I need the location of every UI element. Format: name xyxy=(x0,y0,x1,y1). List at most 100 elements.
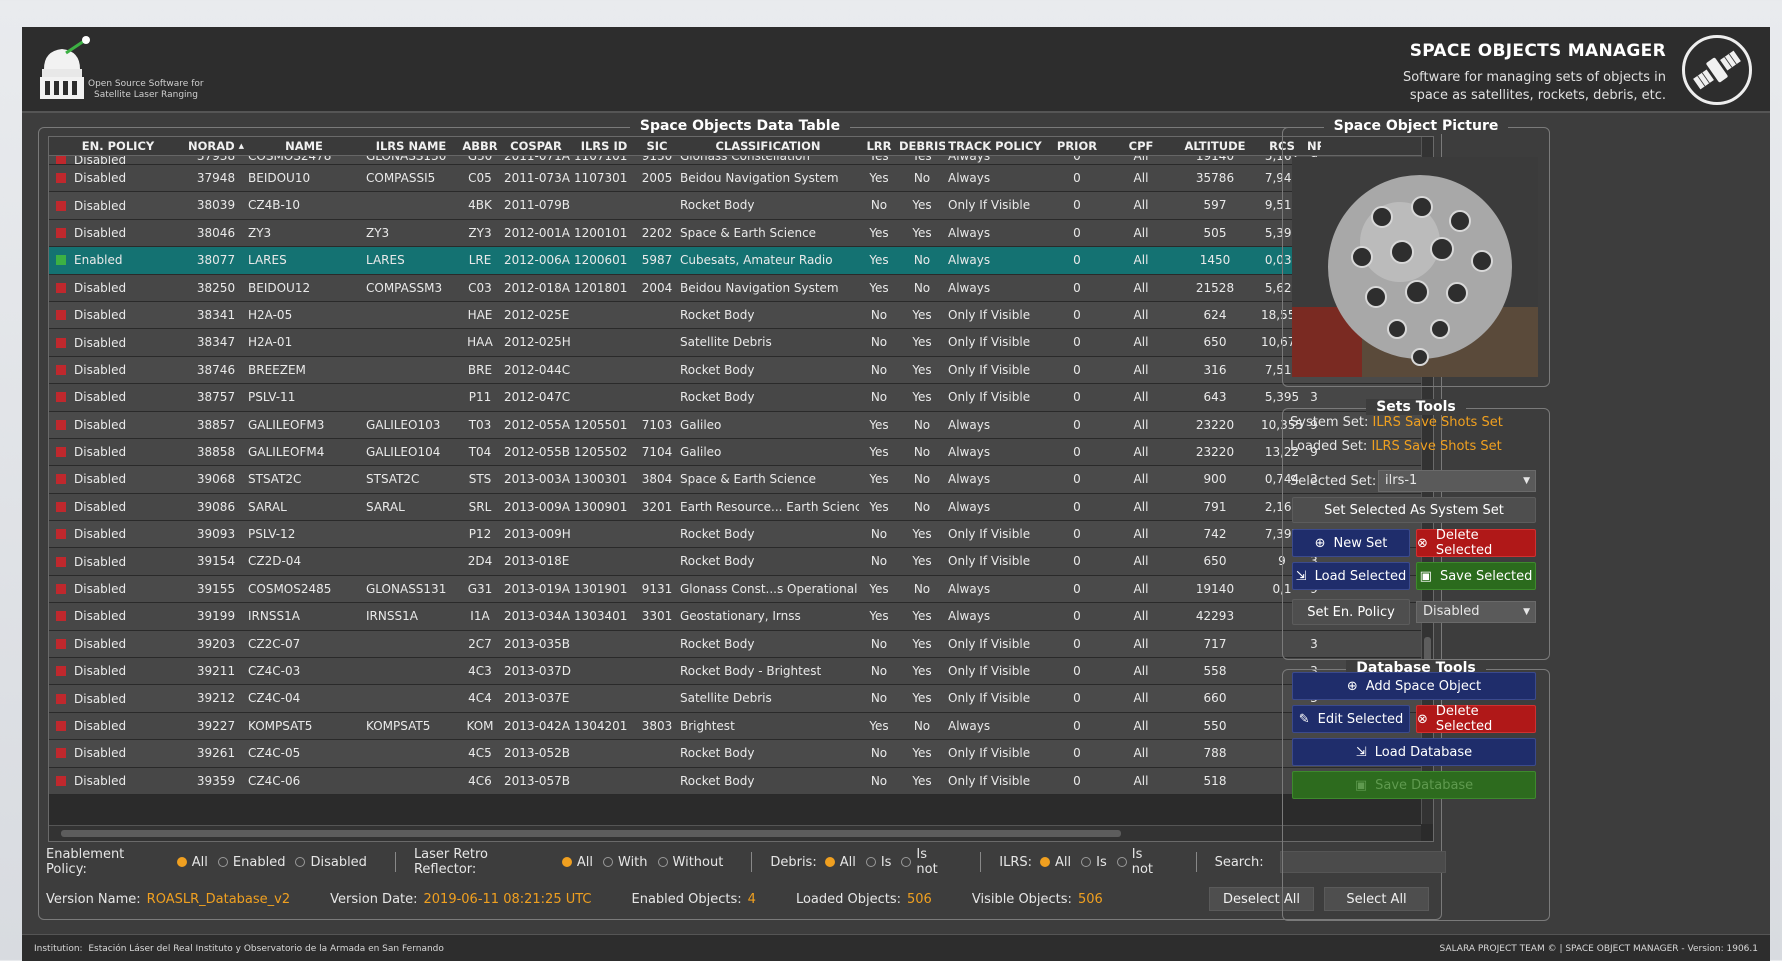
load-selected-label: Load Selected xyxy=(1314,568,1407,584)
ilrs-radio-is[interactable]: Is xyxy=(1081,855,1107,870)
horizontal-scrollbar[interactable] xyxy=(49,825,1421,841)
delete-selected-object-label: Delete Selected xyxy=(1435,704,1493,734)
table-row[interactable]: Disabled 39261 CZ4C-05 4C5 2013-052B Rocket B… xyxy=(49,740,1421,768)
table-row[interactable]: Disabled 39359 CZ4C-06 4C6 2013-057B Rocket B… xyxy=(49,767,1421,795)
disabled-status-icon xyxy=(56,748,66,759)
en-policy-dropdown[interactable]: Disabled ▼ xyxy=(1416,601,1536,623)
column-header[interactable]: PRIOR xyxy=(1045,137,1109,155)
policy-text: Disabled xyxy=(74,719,127,733)
column-header[interactable]: ILRS NAME xyxy=(363,137,459,155)
load-selected-set-button[interactable]: ⇲ Load Selected xyxy=(1292,562,1410,590)
table-cell: Always xyxy=(948,499,991,514)
table-row[interactable]: Disabled 38746 BREEZEM BRE 2012-044C Rocket B… xyxy=(49,356,1421,385)
set-en-policy-button[interactable]: Set En. Policy xyxy=(1292,599,1410,625)
table-cell: 1301901 xyxy=(574,581,628,596)
table-cell: LARES xyxy=(366,253,405,268)
table-row[interactable]: Disabled 38046 ZY3 ZY3 ZY3 2012-001A 1200101 22… xyxy=(49,219,1421,248)
table-row[interactable]: Disabled 38757 PSLV-11 P11 2012-047C Rocket B… xyxy=(49,384,1421,412)
save-icon: ▣ xyxy=(1354,777,1368,793)
column-header[interactable]: ALTITUDE xyxy=(1173,137,1257,155)
table-cell: All xyxy=(1133,171,1149,185)
radio-icon xyxy=(901,857,912,867)
policy-text: Disabled xyxy=(74,390,127,405)
lrr-radio-all[interactable]: All xyxy=(561,855,593,870)
column-header[interactable]: NORAD ▲ xyxy=(187,137,245,155)
column-header[interactable]: SIC xyxy=(637,137,677,155)
column-header[interactable]: EN. POLICY xyxy=(49,137,187,155)
table-cell: No xyxy=(870,636,888,651)
table-cell: All xyxy=(1133,746,1149,761)
ilrs-radio-is-not[interactable]: Is not xyxy=(1116,847,1168,877)
save-database-button[interactable]: ▣ Save Database xyxy=(1292,771,1536,799)
table-row[interactable]: Disabled 37938 COSMOS2478 GLONASS130 G30 2011… xyxy=(49,156,1421,165)
edit-selected-button[interactable]: ✎ Edit Selected xyxy=(1292,705,1410,733)
lrr-radio-with[interactable]: With xyxy=(603,855,648,870)
table-row[interactable]: Disabled 38250 BEIDOU12 COMPASSM3 C03 2012-01… xyxy=(49,274,1421,302)
table-row[interactable]: Disabled 39211 CZ4C-03 4C3 2013-037D Rocket B… xyxy=(49,658,1421,686)
lrr-radio-without[interactable]: Without xyxy=(657,855,723,870)
table-row[interactable]: Disabled 39068 STSAT2C STSAT2C STS 2013-003A 1… xyxy=(49,466,1421,494)
table-row[interactable]: Disabled 39227 KOMPSAT5 KOMPSAT5 KOM 2013-042… xyxy=(49,712,1421,741)
table-row[interactable]: Disabled 39203 CZ2C-07 2C7 2013-035B Rocket B… xyxy=(49,630,1421,659)
column-header[interactable]: ABBR xyxy=(459,137,501,155)
table-row[interactable]: Disabled 39086 SARAL SARAL SRL 2013-009A 13009… xyxy=(49,493,1421,522)
delete-selected-set-button[interactable]: ⊗ Delete Selected xyxy=(1416,528,1536,558)
table-row[interactable]: Disabled 37948 BEIDOU10 COMPASSI5 C05 2011-07… xyxy=(49,165,1421,193)
horizontal-scroll-thumb[interactable] xyxy=(61,830,1121,837)
table-cell: COMPASSM3 xyxy=(366,280,443,295)
debris-radio-all[interactable]: All xyxy=(824,855,856,870)
load-database-button[interactable]: ⇲ Load Database xyxy=(1292,738,1536,766)
table-cell: Always xyxy=(948,171,991,185)
enablement-radio-enabled[interactable]: Enabled xyxy=(217,855,285,870)
column-header[interactable]: LRR xyxy=(859,137,899,155)
column-header[interactable]: ILRS ID xyxy=(571,137,637,155)
enabled-objects-label: Enabled Objects: xyxy=(631,891,742,907)
space-objects-table[interactable]: EN. POLICY NORAD ▲ NAME ILRS NAME ABBR COSPAR I… xyxy=(48,136,1434,842)
table-cell: 2C7 xyxy=(468,636,492,651)
column-header[interactable]: TRACK POLICY xyxy=(945,137,1045,155)
add-space-object-button[interactable]: ⊕ Add Space Object xyxy=(1292,672,1536,700)
table-row[interactable]: Disabled 38857 GALILEOFM3 GALILEO103 T03 2012… xyxy=(49,411,1421,439)
new-set-label: New Set xyxy=(1333,535,1388,551)
column-header[interactable]: CPF xyxy=(1109,137,1173,155)
enablement-radio-all[interactable]: All xyxy=(176,855,208,870)
table-cell: Yes xyxy=(869,156,889,163)
loaded-set-label: Loaded Set: xyxy=(1290,439,1368,454)
column-header[interactable]: COSPAR xyxy=(501,137,571,155)
set-system-set-button[interactable]: Set Selected As System Set xyxy=(1292,497,1536,523)
enablement-radio-disabled[interactable]: Disabled xyxy=(295,855,367,870)
table-row[interactable]: Disabled 38347 H2A-01 HAA 2012-025H Satellite… xyxy=(49,329,1421,357)
table-cell: 1205501 xyxy=(574,417,628,432)
table-cell: 650 xyxy=(1203,335,1227,350)
table-body[interactable]: Disabled 37938 COSMOS2478 GLONASS130 G30 2011… xyxy=(49,156,1421,824)
table-row[interactable]: Disabled 39212 CZ4C-04 4C4 2013-037E Satellit… xyxy=(49,685,1421,713)
enabled-objects-value: 4 xyxy=(747,891,756,907)
column-header[interactable]: CLASSIFICATION xyxy=(677,137,859,155)
table-cell: 38347 xyxy=(196,335,236,350)
delete-selected-object-button[interactable]: ⊗ Delete Selected xyxy=(1416,704,1536,734)
table-cell: Yes xyxy=(912,527,932,542)
search-label: Search: xyxy=(1214,854,1264,870)
save-selected-set-button[interactable]: ▣ Save Selected xyxy=(1416,562,1536,590)
column-header[interactable]: NAME xyxy=(245,137,363,155)
table-cell: Yes xyxy=(912,554,932,569)
debris-radio-is-not[interactable]: Is not xyxy=(901,847,952,877)
ilrs-radio-all[interactable]: All xyxy=(1040,855,1071,870)
table-cell: All xyxy=(1133,609,1149,624)
table-row[interactable]: Disabled 38039 CZ4B-10 4BK 2011-079B Rocket B… xyxy=(49,192,1421,220)
selected-set-dropdown[interactable]: ilrs-1 ▼ xyxy=(1378,470,1536,492)
table-cell: All xyxy=(1133,444,1149,459)
table-row[interactable]: Enabled 38077 LARES LARES LRE 2012-006A 120060… xyxy=(49,247,1421,275)
table-row[interactable]: Disabled 38858 GALILEOFM4 GALILEO104 T04 2012… xyxy=(49,438,1421,467)
table-cell: 1200101 xyxy=(574,225,628,240)
table-row[interactable]: Disabled 39154 CZ2D-04 2D4 2013-018E Rocket B… xyxy=(49,548,1421,576)
table-cell: 0 xyxy=(1073,472,1081,487)
table-cell: 1300301 xyxy=(574,472,628,487)
column-header[interactable]: DEBRIS xyxy=(899,137,945,155)
table-row[interactable]: Disabled 39093 PSLV-12 P12 2013-009H Rocket B… xyxy=(49,521,1421,549)
table-row[interactable]: Disabled 39199 IRNSS1A IRNSS1A I1A 2013-034A 1… xyxy=(49,603,1421,631)
table-row[interactable]: Disabled 38341 H2A-05 HAE 2012-025E Rocket Bo… xyxy=(49,301,1421,330)
table-row[interactable]: Disabled 39155 COSMOS2485 GLONASS131 G31 2013… xyxy=(49,575,1421,604)
new-set-button[interactable]: ⊕ New Set xyxy=(1292,529,1410,557)
debris-radio-is[interactable]: Is xyxy=(865,855,891,870)
